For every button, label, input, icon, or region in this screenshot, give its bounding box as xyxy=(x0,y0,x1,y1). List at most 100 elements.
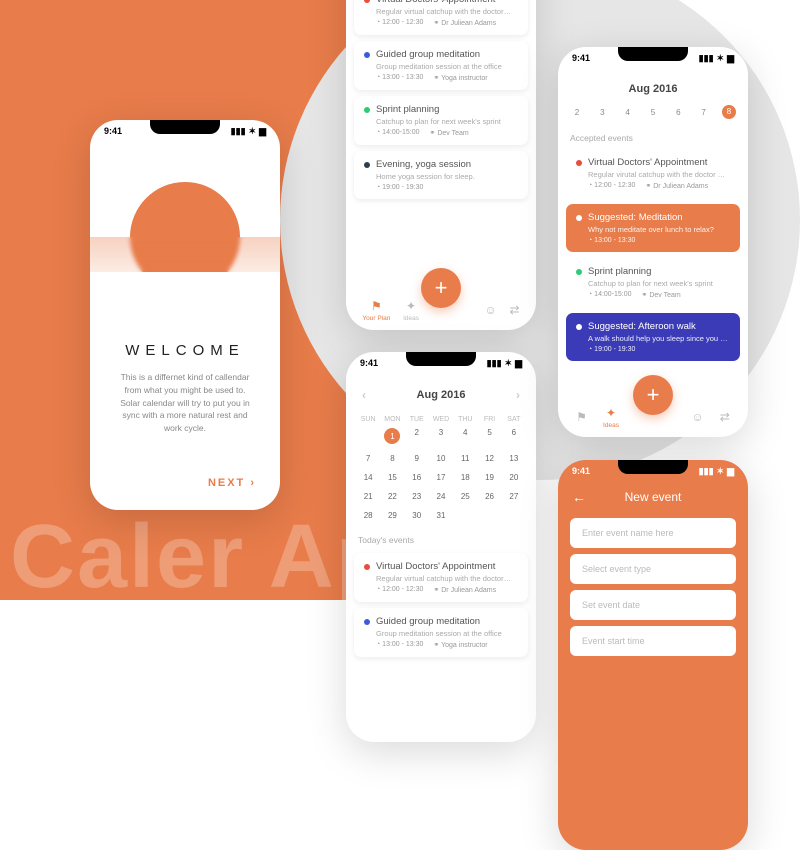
suggested-card[interactable]: Suggested: Afteroon walk A walk should h… xyxy=(566,313,740,361)
event-card[interactable]: Guided group meditation Group meditation… xyxy=(354,608,528,657)
day-cell[interactable]: 27 xyxy=(502,487,526,506)
calendar-grid[interactable]: 1234567891011121314151617181920212223242… xyxy=(346,423,536,525)
day-cell[interactable]: 29 xyxy=(380,506,404,525)
event-dot xyxy=(364,162,370,168)
swap-icon: ⇄ xyxy=(720,410,730,424)
day-cell[interactable]: 23 xyxy=(405,487,429,506)
day-cell[interactable]: 20 xyxy=(502,468,526,487)
welcome-body: This is a differnet kind of callendar fr… xyxy=(90,359,280,447)
event-title: Guided group meditation xyxy=(376,49,518,60)
flag-icon: ⚑ xyxy=(576,410,587,424)
phone-welcome: 9:41▮▮▮✶▆ WELCOME This is a differnet ki… xyxy=(90,120,280,510)
tabbar: ⚑Your Plan ✦Ideas ☺ ⇄ xyxy=(346,290,536,330)
day-cell[interactable]: 24 xyxy=(429,487,453,506)
day-cell[interactable]: 4 xyxy=(453,423,477,449)
phone-month: 9:41▮▮▮✶▆ ‹Aug 2016› SUNMONTUEWEDTHUFRIS… xyxy=(346,352,536,742)
weekday-cell[interactable]: 8 xyxy=(722,105,736,119)
week-strip[interactable]: 2 3 4 5 6 7 8 xyxy=(558,101,748,123)
event-desc: Home yoga session for sleep. xyxy=(376,172,518,181)
event-title: Sprint planning xyxy=(376,104,518,115)
day-cell[interactable]: 30 xyxy=(405,506,429,525)
day-cell[interactable]: 6 xyxy=(502,423,526,449)
welcome-title: WELCOME xyxy=(90,342,280,359)
next-button[interactable]: NEXT › xyxy=(90,447,280,489)
clock-icon: ◔ 12:00 - 12:30 xyxy=(376,19,423,27)
user-icon: ☺ xyxy=(484,303,496,317)
swap-icon: ⇄ xyxy=(510,303,520,317)
people-icon: ⚭ Yoga instructor xyxy=(433,74,487,82)
day-cell[interactable]: 28 xyxy=(356,506,380,525)
weekday-cell[interactable]: 7 xyxy=(697,108,711,117)
form-field[interactable]: Event start time xyxy=(570,626,736,656)
tab-ideas[interactable]: ✦Ideas xyxy=(403,299,419,322)
weekday-cell[interactable]: 6 xyxy=(671,108,685,117)
day-cell[interactable]: 11 xyxy=(453,449,477,468)
new-event-title: New event xyxy=(625,490,682,504)
day-selected[interactable]: 1 xyxy=(384,428,400,444)
day-cell[interactable]: 9 xyxy=(405,449,429,468)
tab-ideas[interactable]: ✦Ideas xyxy=(603,406,619,429)
phone-week: 9:41▮▮▮✶▆ Aug 2016 2345678 Accepted even… xyxy=(558,47,748,437)
day-cell[interactable]: 25 xyxy=(453,487,477,506)
day-cell[interactable]: 26 xyxy=(477,487,501,506)
day-cell[interactable]: 2 xyxy=(405,423,429,449)
day-cell[interactable]: 5 xyxy=(477,423,501,449)
tab-yourplan[interactable]: ⚑ xyxy=(576,410,587,424)
day-cell[interactable]: 31 xyxy=(429,506,453,525)
event-card[interactable]: Guided group meditation Group meditation… xyxy=(354,41,528,90)
flag-icon: ⚑ xyxy=(371,299,382,313)
event-card[interactable]: Virtual Doctors' Appointment Regular vir… xyxy=(354,0,528,35)
day-cell[interactable]: 8 xyxy=(380,449,404,468)
people-icon: ⚭ Dev Team xyxy=(430,129,469,137)
weekday-cell[interactable]: 2 xyxy=(570,108,584,117)
bulb-icon: ✦ xyxy=(406,299,416,313)
event-card[interactable]: Virtual Doctors' Appointment Regular vir… xyxy=(566,149,740,198)
weekday-cell[interactable]: 4 xyxy=(621,108,635,117)
day-cell[interactable]: 22 xyxy=(380,487,404,506)
day-cell[interactable]: 17 xyxy=(429,468,453,487)
phone-event-list: Virtual Doctors' Appointment Regular vir… xyxy=(346,0,536,330)
event-desc: Catchup to plan for next week's sprint xyxy=(376,117,518,126)
event-card[interactable]: Sprint planning Catchup to plan for next… xyxy=(354,96,528,145)
day-cell[interactable]: 3 xyxy=(429,423,453,449)
week-title: Aug 2016 xyxy=(629,83,678,95)
tab-profile[interactable]: ☺ xyxy=(484,303,496,317)
day-cell[interactable]: 18 xyxy=(453,468,477,487)
tab-yourplan[interactable]: ⚑Your Plan xyxy=(362,299,390,322)
phone-new-event: 9:41▮▮▮✶▆ ←New event Enter event name he… xyxy=(558,460,748,850)
weekday-cell[interactable]: 3 xyxy=(595,108,609,117)
event-card[interactable]: Evening, yoga session Home yoga session … xyxy=(354,151,528,199)
back-button[interactable]: ← xyxy=(572,489,586,505)
day-cell[interactable]: 16 xyxy=(405,468,429,487)
tab-profile[interactable]: ☺ xyxy=(691,410,703,424)
day-cell[interactable]: 19 xyxy=(477,468,501,487)
day-cell[interactable]: 12 xyxy=(477,449,501,468)
people-icon: ⚭ Dr Juliean Adams xyxy=(433,19,496,27)
tab-transfer[interactable]: ⇄ xyxy=(720,410,730,424)
form-field[interactable]: Set event date xyxy=(570,590,736,620)
day-cell[interactable]: 21 xyxy=(356,487,380,506)
status-time: 9:41 xyxy=(104,126,122,136)
suggested-card[interactable]: Suggested: Meditation Why not meditate o… xyxy=(566,204,740,252)
todays-events-label: Today's events xyxy=(346,525,536,547)
event-title: Evening, yoga session xyxy=(376,159,518,170)
day-cell[interactable]: 14 xyxy=(356,468,380,487)
next-month-button[interactable]: › xyxy=(516,388,520,402)
day-cell[interactable]: 13 xyxy=(502,449,526,468)
event-dot xyxy=(364,0,370,3)
event-card[interactable]: Sprint planning Catchup to plan for next… xyxy=(566,258,740,307)
clock-icon: ◔ 14:00-15:00 xyxy=(376,129,420,137)
event-title: Virtual Doctors' Appointment xyxy=(376,0,518,5)
day-cell[interactable]: 10 xyxy=(429,449,453,468)
event-desc: Group meditation session at the office xyxy=(376,62,518,71)
day-cell[interactable]: 15 xyxy=(380,468,404,487)
prev-month-button[interactable]: ‹ xyxy=(362,388,366,402)
tab-transfer[interactable]: ⇄ xyxy=(510,303,520,317)
form-field[interactable]: Enter event name here xyxy=(570,518,736,548)
weekday-cell[interactable]: 5 xyxy=(646,108,660,117)
form-field[interactable]: Select event type xyxy=(570,554,736,584)
day-cell[interactable]: 7 xyxy=(356,449,380,468)
event-card[interactable]: Virtual Doctors' Appointment Regular vir… xyxy=(354,553,528,602)
clock-icon: ◔ 13:00 - 13:30 xyxy=(376,74,423,82)
user-icon: ☺ xyxy=(691,410,703,424)
